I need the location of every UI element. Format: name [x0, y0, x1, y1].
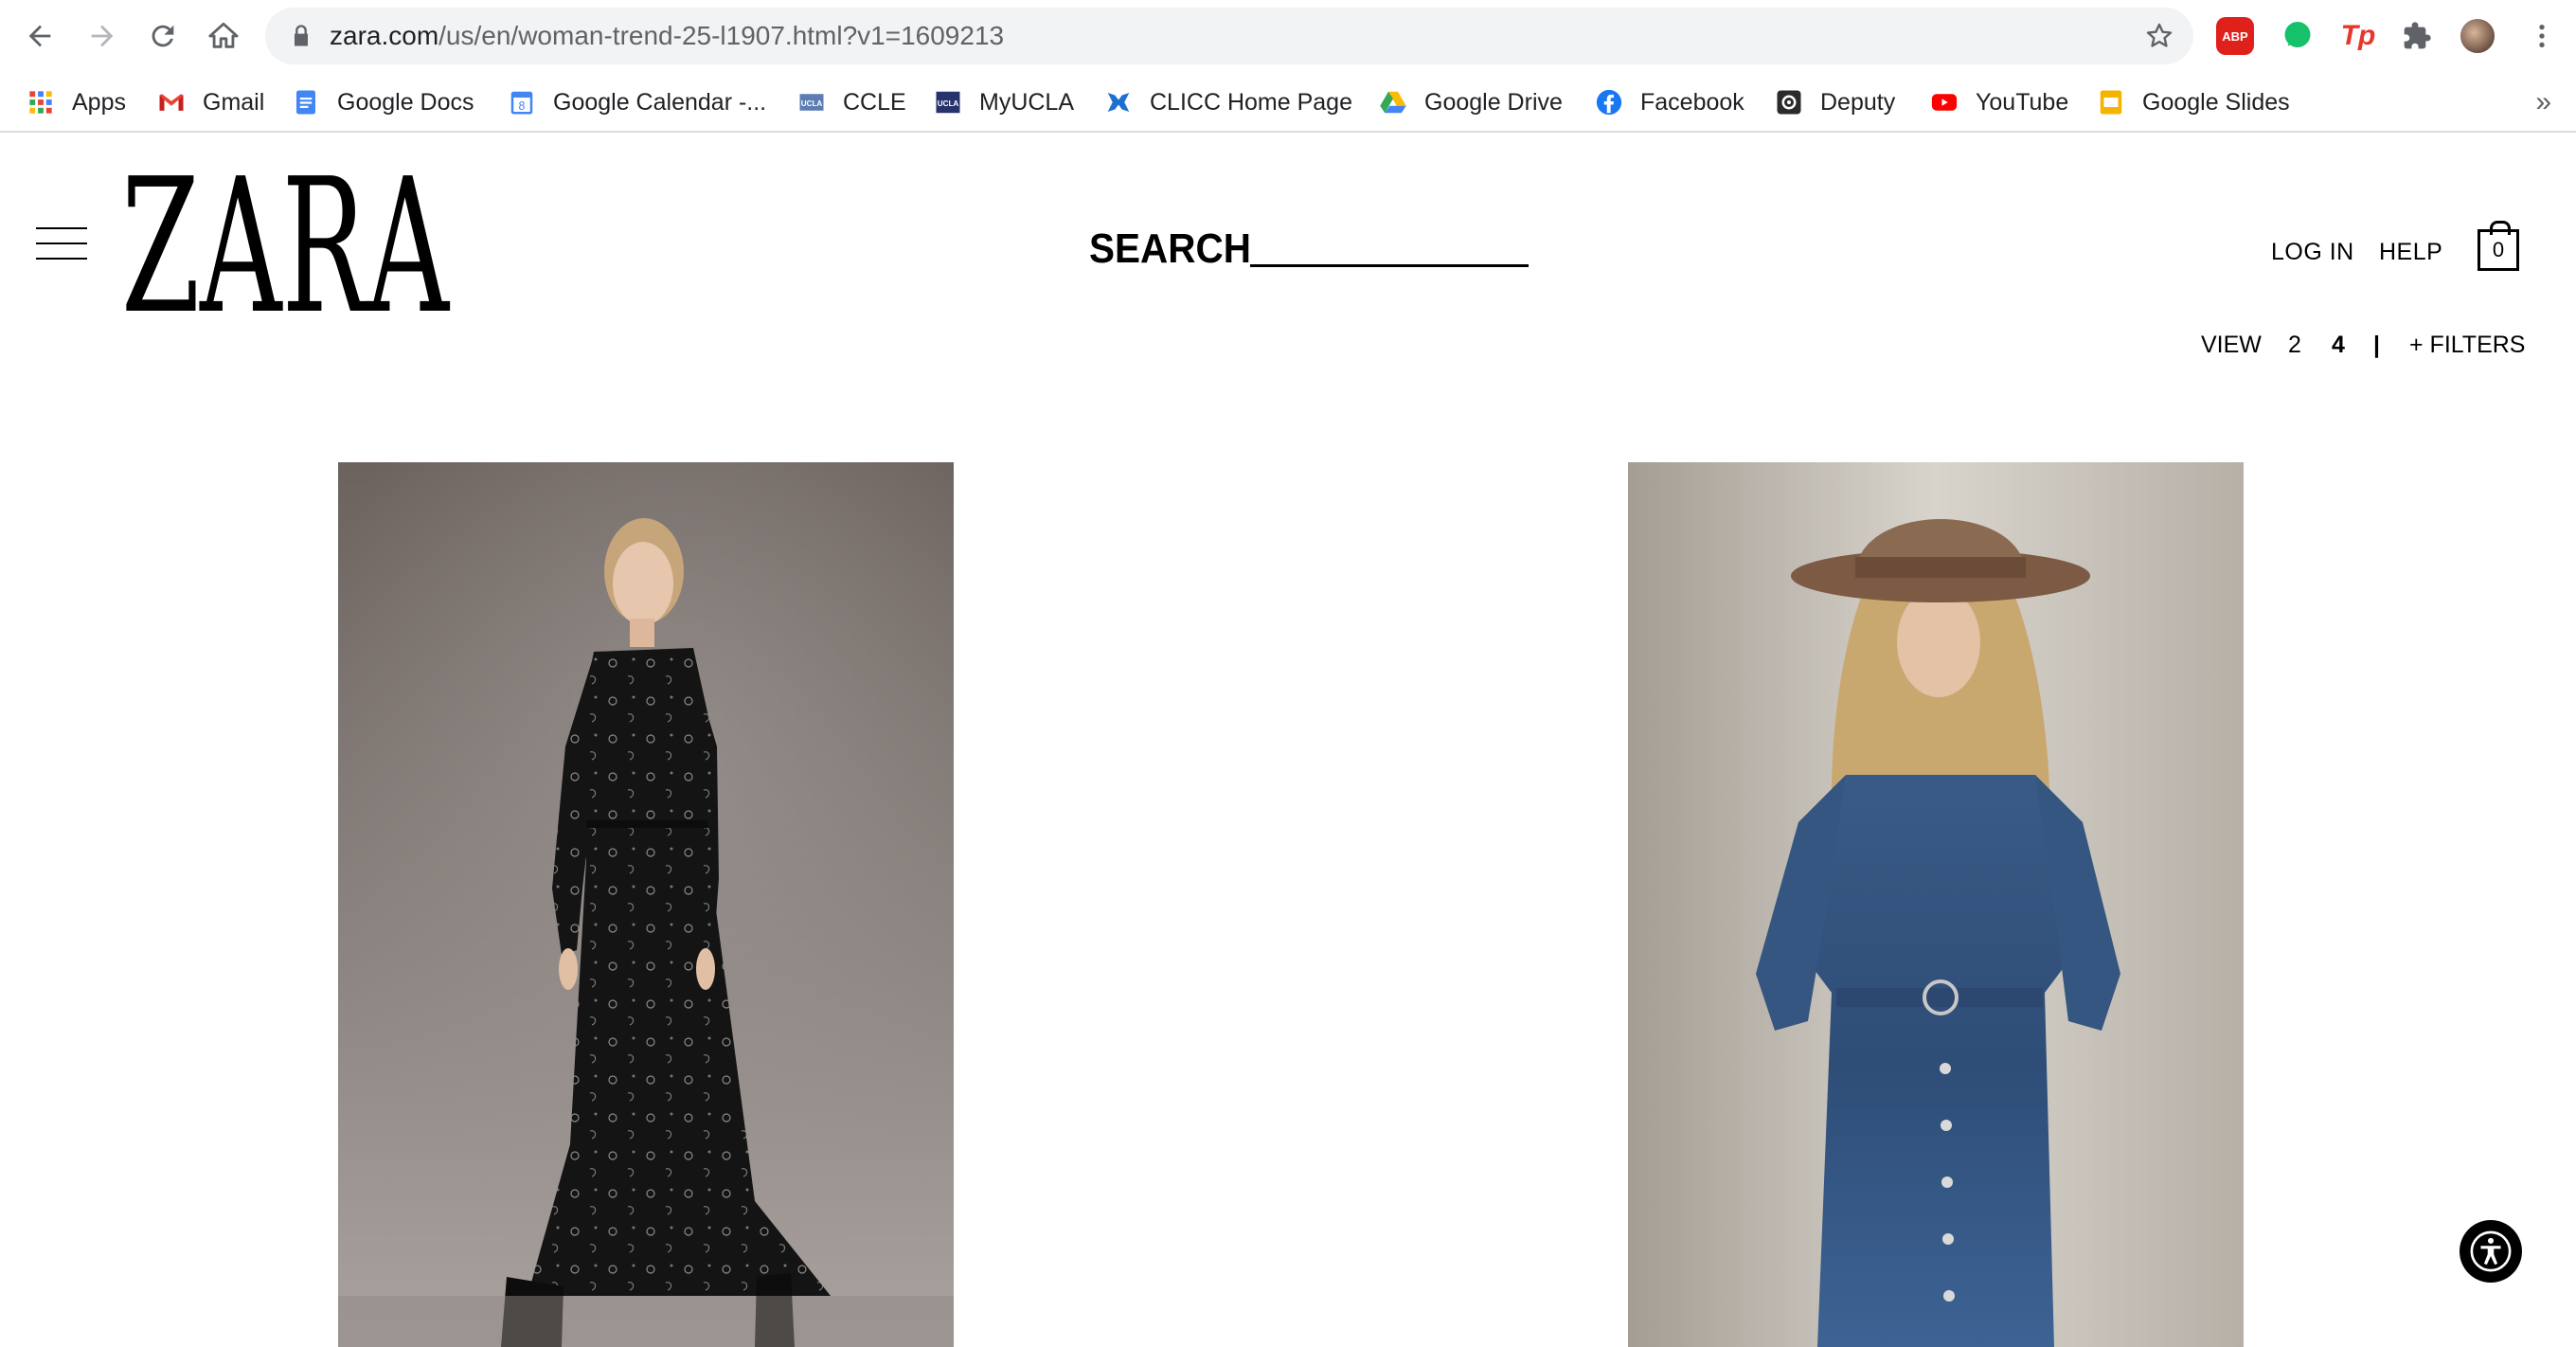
login-link[interactable]: LOG IN [2271, 239, 2354, 266]
grammarly-icon[interactable] [2279, 17, 2317, 55]
browser-chrome: zara.com/us/en/woman-trend-25-l1907.html… [0, 0, 2576, 133]
kebab-menu-icon [2539, 25, 2545, 47]
zara-logo[interactable]: ZARA [119, 139, 451, 355]
svg-text:8: 8 [519, 99, 526, 113]
view-separator: | [2373, 332, 2380, 358]
filters-button[interactable]: + FILTERS [2409, 332, 2526, 359]
profile-avatar[interactable] [2459, 17, 2496, 55]
bookmark-google-drive[interactable]: Google Drive [1379, 74, 1563, 131]
bookmark-google-slides[interactable]: Google Slides [2097, 74, 2290, 131]
google-slides-icon [2097, 88, 2125, 117]
myucla-icon: UCLA [934, 88, 962, 117]
accessibility-icon[interactable] [2460, 1220, 2522, 1283]
view-4-columns-option[interactable]: 4 [2332, 332, 2345, 359]
search-label: SEARCH [1089, 225, 1251, 272]
home-icon [208, 22, 239, 48]
shopping-bag-icon[interactable]: 0 [2478, 221, 2519, 271]
bookmark-deputy[interactable]: Deputy [1775, 74, 1895, 131]
reload-button[interactable] [142, 15, 184, 57]
facebook-icon [1595, 88, 1623, 117]
bookmark-clicc[interactable]: CLICC Home Page [1104, 74, 1352, 131]
bookmark-star-icon[interactable] [2144, 21, 2174, 51]
deputy-icon [1775, 88, 1803, 117]
search-box[interactable]: SEARCH [1089, 225, 1265, 273]
product-image-black-paisley-dress[interactable] [338, 462, 954, 1347]
omnibox[interactable]: zara.com/us/en/woman-trend-25-l1907.html… [265, 8, 2193, 64]
apps-grid-icon [27, 88, 55, 117]
forward-arrow-icon [91, 25, 114, 47]
view-label: VIEW [2201, 332, 2262, 358]
url-host: zara.com [330, 21, 439, 50]
bookmark-apps[interactable]: Apps [27, 74, 126, 131]
extensions-puzzle-icon[interactable] [2398, 17, 2436, 55]
adblock-plus-icon[interactable]: ABP [2216, 17, 2254, 55]
svg-text:UCLA: UCLA [938, 99, 959, 108]
reload-icon [152, 25, 174, 47]
bookmark-ccle[interactable]: UCLA CCLE [797, 74, 906, 131]
tp-icon[interactable]: Tp [2339, 17, 2377, 55]
clicc-icon [1104, 88, 1133, 117]
bookmark-facebook[interactable]: Facebook [1595, 74, 1744, 131]
forward-button[interactable] [81, 15, 123, 57]
svg-text:UCLA: UCLA [801, 99, 823, 108]
cart-count: 0 [2492, 238, 2505, 261]
bookmarks-bar: Apps Gmail Google Docs 8 Google Calendar… [0, 74, 2576, 131]
help-link[interactable]: HELP [2379, 239, 2442, 266]
hamburger-menu-icon[interactable] [36, 227, 87, 260]
svg-text:ZARA: ZARA [121, 172, 450, 320]
back-arrow-icon [28, 25, 51, 47]
ccle-icon: UCLA [797, 88, 826, 117]
view-2-columns-option[interactable]: 2 [2288, 332, 2301, 359]
bookmarks-overflow-chevron-icon[interactable]: » [2535, 74, 2551, 131]
url-text[interactable]: zara.com/us/en/woman-trend-25-l1907.html… [330, 8, 1004, 64]
lock-icon [295, 25, 308, 46]
back-button[interactable] [19, 15, 61, 57]
bookmark-google-docs[interactable]: Google Docs [292, 74, 474, 131]
address-bar-row: zara.com/us/en/woman-trend-25-l1907.html… [0, 0, 2576, 72]
google-docs-icon [292, 88, 320, 117]
google-calendar-icon: 8 [508, 88, 536, 117]
bookmark-gmail[interactable]: Gmail [157, 74, 264, 131]
gmail-icon [157, 88, 186, 117]
bookmark-google-calendar[interactable]: 8 Google Calendar -... [508, 74, 766, 131]
url-path: /us/en/woman-trend-25-l1907.html?v1=1609… [438, 21, 1005, 50]
youtube-icon [1930, 88, 1959, 117]
product-image-denim-dress-with-hat[interactable] [1628, 462, 2244, 1347]
bookmark-youtube[interactable]: YouTube [1930, 74, 2068, 131]
home-button[interactable] [203, 15, 244, 57]
bookmark-myucla[interactable]: UCLA MyUCLA [934, 74, 1074, 131]
browser-menu-button[interactable] [2523, 17, 2561, 55]
search-input-underline[interactable] [1250, 264, 1529, 267]
google-drive-icon [1379, 88, 1407, 117]
